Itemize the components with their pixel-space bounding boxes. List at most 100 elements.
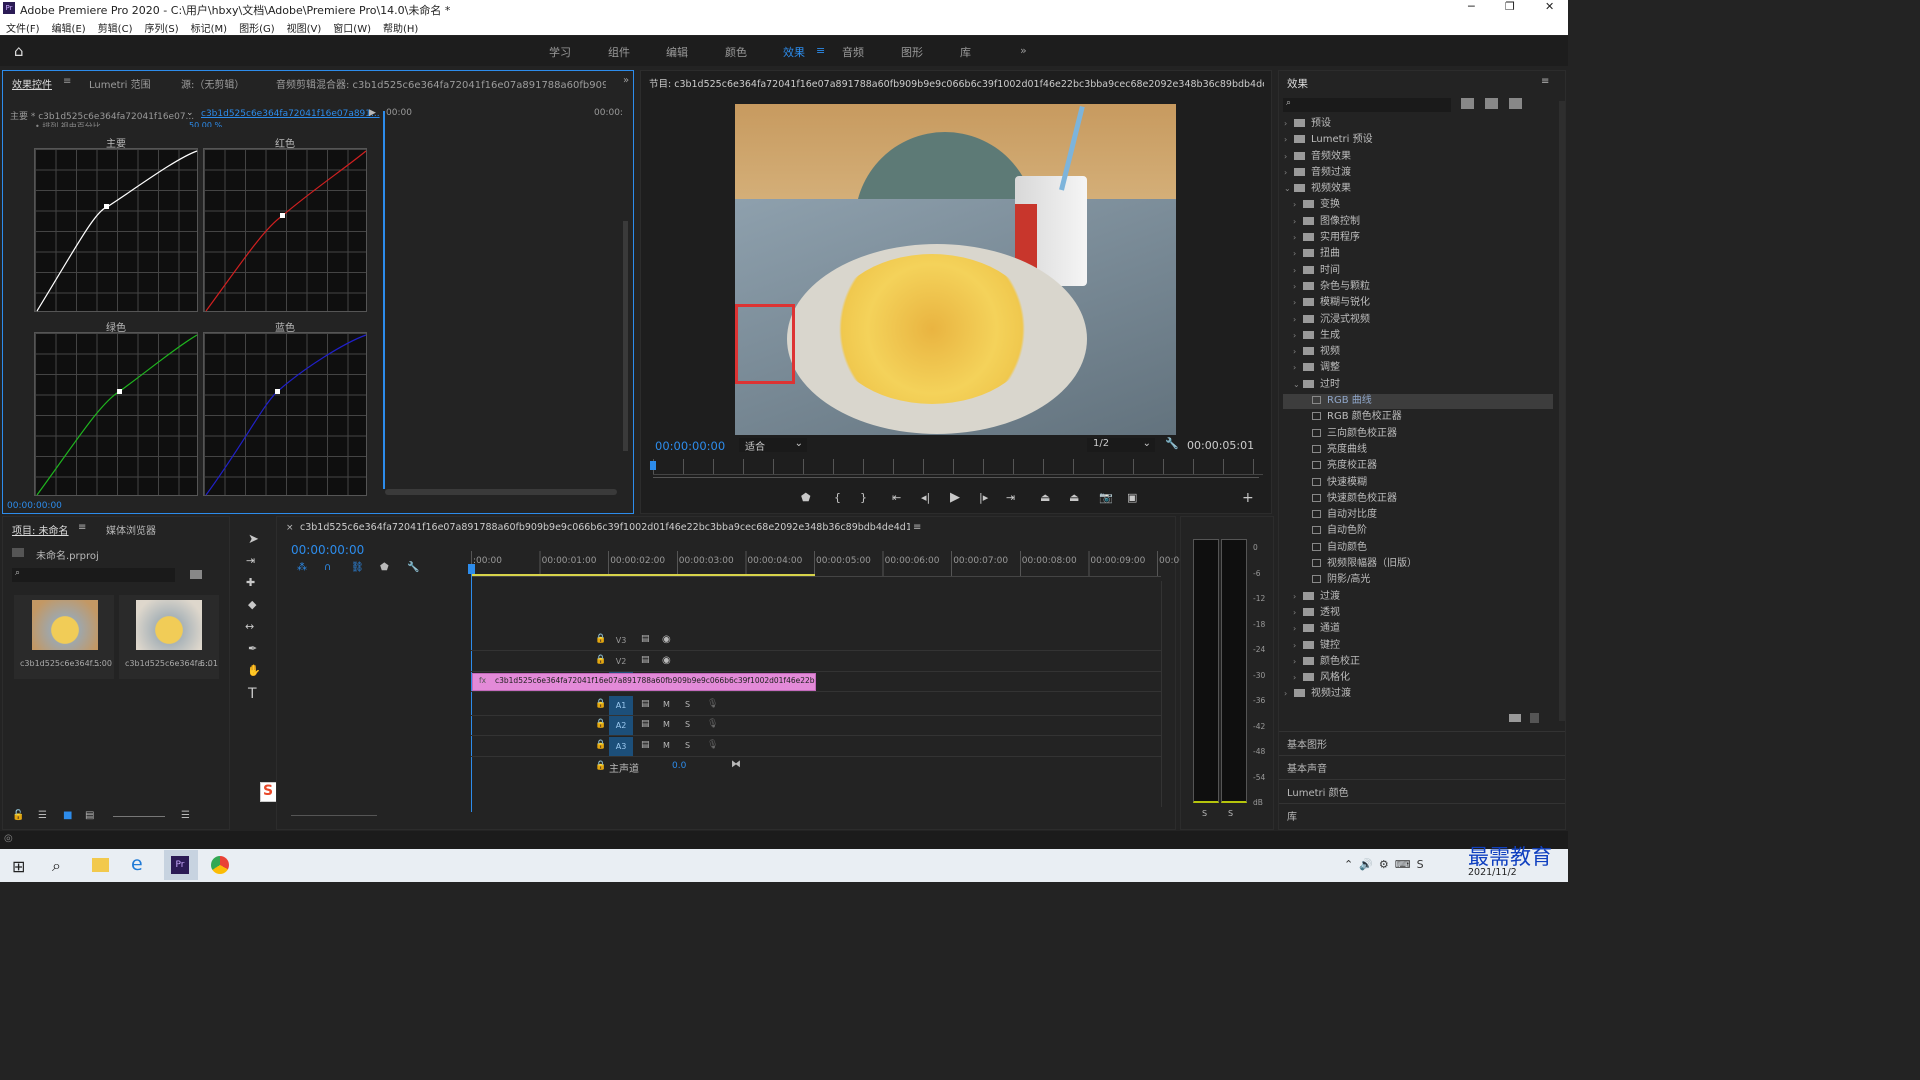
ec-scrollbar[interactable] <box>623 221 628 451</box>
button-editor-plus-icon[interactable]: + <box>1242 490 1254 506</box>
work-area-bar[interactable] <box>471 574 815 576</box>
ec-zoom-scroll[interactable] <box>385 489 617 495</box>
tab-source[interactable]: 源:（无剪辑） <box>181 76 244 91</box>
chevron-right-icon[interactable]: › <box>1293 214 1303 230</box>
tab-lumetri-scopes[interactable]: Lumetri 范围 <box>89 76 151 91</box>
expand-panels-icon[interactable]: » <box>623 75 629 86</box>
chevron-right-icon[interactable]: › <box>1293 263 1303 279</box>
track-target-label[interactable]: V2 <box>609 652 633 671</box>
chevron-right-icon[interactable]: › <box>1293 589 1303 605</box>
curve-red[interactable] <box>203 148 367 312</box>
section-libraries[interactable]: 库 <box>1279 803 1565 827</box>
edge-icon[interactable]: e <box>131 853 143 875</box>
accelerated-effects-icon[interactable] <box>1461 98 1474 109</box>
chevron-right-icon[interactable]: › <box>1293 638 1303 654</box>
effects-tree-item[interactable]: › 视频 <box>1284 344 1417 360</box>
workspace-effects[interactable]: 效果 <box>783 44 805 60</box>
effects-search-input[interactable]: ⌕ <box>1283 98 1451 112</box>
curve-green[interactable] <box>34 332 198 496</box>
workspace-editing[interactable]: 编辑 <box>666 44 688 60</box>
chevron-right-icon[interactable]: › <box>1284 132 1294 148</box>
chevron-right-icon[interactable]: › <box>1293 605 1303 621</box>
workspace-graphics[interactable]: 图形 <box>901 44 923 60</box>
effects-tree-item[interactable]: 视频限幅器（旧版） <box>1284 556 1417 572</box>
track-lock-icon[interactable]: 🔒 <box>595 740 606 750</box>
project-menu-icon[interactable]: ≡ <box>78 522 86 533</box>
track-lane[interactable] <box>471 691 1161 692</box>
program-scroll[interactable] <box>653 477 1259 478</box>
effects-tree-item[interactable]: 三向颜色校正器 <box>1284 426 1417 442</box>
effects-tree-item[interactable]: › 杂色与颗粒 <box>1284 279 1417 295</box>
effects-tree-item[interactable]: › 扭曲 <box>1284 246 1417 262</box>
sync-lock-icon[interactable]: ▤ <box>641 719 650 729</box>
eye-icon[interactable]: ◉ <box>662 634 671 645</box>
effects-tree-item[interactable]: ⌄ 过时 <box>1284 377 1417 393</box>
chevron-right-icon[interactable]: › <box>1293 654 1303 670</box>
solo-button[interactable]: S <box>685 700 690 709</box>
ripple-edit-tool-icon[interactable]: ✚ <box>246 576 255 589</box>
effects-tree-item[interactable]: › 预设 <box>1284 116 1417 132</box>
solo-button[interactable]: S <box>685 741 690 750</box>
chevron-right-icon[interactable]: › <box>1293 328 1303 344</box>
program-playhead[interactable] <box>650 461 656 470</box>
go-to-out-icon[interactable]: ⇥ <box>1006 491 1015 504</box>
track-target-label[interactable]: A1 <box>609 696 633 715</box>
snap-icon[interactable]: ∩ <box>324 562 331 573</box>
nest-toggle-icon[interactable]: ⁂ <box>297 562 307 573</box>
slip-tool-icon[interactable]: ↔ <box>245 620 254 633</box>
playhead-head[interactable] <box>468 564 475 574</box>
menu-help[interactable]: 帮助(H) <box>377 17 424 35</box>
export-frame-camera-icon[interactable]: 📷 <box>1099 491 1113 504</box>
effects-tree-item[interactable]: › 沉浸式视频 <box>1284 312 1417 328</box>
track-target-label[interactable]: A3 <box>609 737 633 756</box>
menu-view[interactable]: 视图(V) <box>281 17 328 35</box>
timeline-timecode[interactable]: 00:00:00:00 <box>291 543 364 557</box>
linked-selection-icon[interactable]: ⛓ <box>351 562 364 573</box>
effects-tree-item[interactable]: › 通道 <box>1284 621 1417 637</box>
workspace-assembly[interactable]: 组件 <box>608 44 630 60</box>
new-bin-folder-icon[interactable] <box>190 570 202 579</box>
mic-icon[interactable]: 🎙 <box>707 740 718 750</box>
workspace-libraries[interactable]: 库 <box>960 44 971 60</box>
ec-timecode[interactable]: 00:00:00:00 <box>7 501 62 511</box>
selection-tool-icon[interactable]: ➤ <box>248 532 259 547</box>
mute-button[interactable]: M <box>663 700 670 709</box>
more-workspaces-icon[interactable]: » <box>1020 44 1027 57</box>
mark-in-icon[interactable]: { <box>834 491 841 504</box>
chevron-right-icon[interactable]: › <box>1293 360 1303 376</box>
effects-tree-item[interactable]: › 过渡 <box>1284 589 1417 605</box>
chevron-right-icon[interactable]: › <box>1293 621 1303 637</box>
chevron-right-icon[interactable]: › <box>1284 686 1294 702</box>
chevron-down-icon[interactable]: ⌄ <box>1293 377 1303 393</box>
menu-clip[interactable]: 剪辑(C) <box>92 17 139 35</box>
comparison-view-icon[interactable]: ▣ <box>1127 491 1137 504</box>
chevron-right-icon[interactable]: › <box>1284 165 1294 181</box>
effects-tree-item[interactable]: › 实用程序 <box>1284 230 1417 246</box>
track-lock-icon[interactable]: 🔒 <box>595 699 606 709</box>
chrome-icon[interactable] <box>211 856 229 874</box>
chevron-right-icon[interactable]: › <box>1293 312 1303 328</box>
effects-tree-item[interactable]: › 时间 <box>1284 263 1417 279</box>
list-view-icon[interactable]: ☰ <box>38 810 47 821</box>
timeline-zoom-scroll[interactable] <box>291 815 377 821</box>
solo-right-button[interactable]: S <box>1228 809 1233 818</box>
workspace-audio[interactable]: 音频 <box>842 44 864 60</box>
effects-tree-item[interactable]: ⌄ 视频效果 <box>1284 181 1417 197</box>
collapse-icon[interactable]: ⧓ <box>731 759 741 770</box>
razor-tool-icon[interactable]: ◆ <box>248 598 256 611</box>
add-marker-icon[interactable]: ⬟ <box>801 491 811 504</box>
track-lock-icon[interactable]: 🔒 <box>595 761 606 771</box>
search-icon[interactable]: ⌕ <box>52 856 61 876</box>
chevron-right-icon[interactable]: › <box>1293 246 1303 262</box>
file-explorer-icon[interactable] <box>92 858 109 872</box>
effects-tree-item[interactable]: › 颜色校正 <box>1284 654 1417 670</box>
effects-tree-item[interactable]: 自动对比度 <box>1284 507 1417 523</box>
track-lock-icon[interactable]: 🔒 <box>595 719 606 729</box>
sequence-clip-label[interactable]: c3b1d525c6e364fa72041f16e07a891... <box>201 109 380 119</box>
lift-icon[interactable]: ⏏ <box>1040 491 1050 504</box>
effects-tree-item[interactable]: › Lumetri 预设 <box>1284 132 1417 148</box>
play-audio-icon[interactable]: ▶ <box>369 108 376 118</box>
master-value[interactable]: 0.0 <box>672 761 686 771</box>
workspace-color[interactable]: 颜色 <box>725 44 747 60</box>
solo-button[interactable]: S <box>685 720 690 729</box>
